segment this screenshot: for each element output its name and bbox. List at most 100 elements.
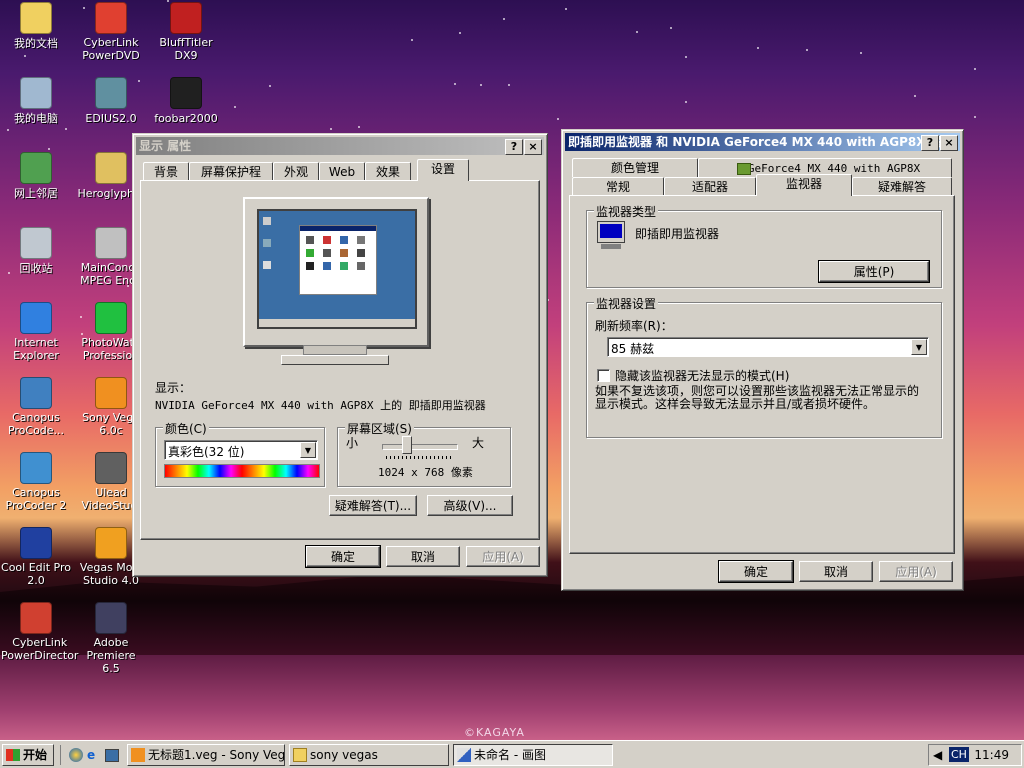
window-title: 显示 属性 <box>139 139 192 153</box>
tab-adapter[interactable]: 适配器 <box>664 177 756 196</box>
warning-text: 如果不复选该项，则您可以设置那些该监视器无法正常显示的 显示模式。这样会导致无法… <box>595 385 935 411</box>
ie-icon <box>20 302 52 334</box>
sony-vegas-icon <box>131 748 145 762</box>
chevron-down-icon[interactable]: ▼ <box>300 442 316 458</box>
show-desktop-icon[interactable] <box>105 749 119 762</box>
desktop-icon[interactable]: CyberLink PowerDirector <box>0 602 78 662</box>
desktop-icon[interactable]: Cool Edit Pro 2.0 <box>0 527 72 587</box>
star <box>757 47 759 49</box>
refresh-rate-select[interactable]: 85 赫兹 ▼ <box>607 337 929 357</box>
chevron-down-icon[interactable]: ▼ <box>911 339 927 355</box>
photowater-icon <box>95 302 127 334</box>
system-tray: ◀ CH 11:49 <box>928 744 1022 766</box>
ok-button[interactable]: 确定 <box>718 560 794 583</box>
hide-modes-checkbox[interactable] <box>597 369 610 382</box>
folder-documents-icon <box>20 2 52 34</box>
recycle-bin-icon <box>20 227 52 259</box>
sony-vegas-icon <box>95 377 127 409</box>
resolution-slider[interactable] <box>382 444 458 450</box>
apply-button[interactable]: 应用(A) <box>466 546 540 567</box>
monitor-properties-titlebar[interactable]: 即插即用监视器 和 NVIDIA GeForce4 MX 440 with AG… <box>565 133 960 151</box>
ulead-icon <box>95 452 127 484</box>
premiere-icon <box>95 602 127 634</box>
properties-button[interactable]: 属性(P) <box>818 260 930 283</box>
close-button[interactable]: × <box>524 139 542 155</box>
ie-icon[interactable]: e <box>87 748 101 762</box>
desktop-icon[interactable]: CyberLink PowerDVD <box>75 2 147 62</box>
monitor-name: 即插即用监视器 <box>635 227 720 241</box>
desktop-icon-label: Adobe Premiere 6.5 <box>86 636 136 675</box>
color-depth-value: 真彩色(32 位) <box>168 445 245 459</box>
cancel-button[interactable]: 取消 <box>386 546 460 567</box>
display-properties-titlebar[interactable]: 显示 属性 ? × <box>136 137 544 155</box>
desktop-icon[interactable]: Internet Explorer <box>0 302 72 362</box>
apply-button[interactable]: 应用(A) <box>879 561 953 582</box>
window-title: 即插即用监视器 和 NVIDIA GeForce4 MX 440 with AG… <box>568 135 954 149</box>
desktop-icon[interactable]: Adobe Premiere 6.5 <box>75 602 147 675</box>
desktop-icon[interactable]: 我的文档 <box>0 2 72 50</box>
paint-icon <box>457 748 471 762</box>
color-depth-select[interactable]: 真彩色(32 位) ▼ <box>164 440 318 460</box>
canopus-procoder2-icon <box>20 452 52 484</box>
desktop-icon-label: Cool Edit Pro 2.0 <box>1 561 71 587</box>
task-label: 无标题1.veg - Sony Veg... <box>148 748 285 762</box>
cooledit-icon <box>20 527 52 559</box>
close-button[interactable]: × <box>940 135 958 151</box>
folder-icon <box>293 748 307 762</box>
task-sony-vegas[interactable]: 无标题1.veg - Sony Veg... <box>127 744 285 766</box>
wallpaper-credit: ©KAGAYA <box>464 726 525 739</box>
language-indicator[interactable]: CH <box>949 747 969 762</box>
taskbar: 开始 e 无标题1.veg - Sony Veg... sony vegas 未… <box>0 740 1024 768</box>
hide-modes-label[interactable]: 隐藏该监视器无法显示的模式(H) <box>615 367 789 384</box>
desktop-icon[interactable]: BluffTitler DX9 <box>150 2 222 62</box>
tab-troubleshoot[interactable]: 疑难解答 <box>852 177 952 196</box>
volume-icon[interactable]: ◀ <box>933 748 942 762</box>
help-button[interactable]: ? <box>921 135 939 151</box>
task-folder[interactable]: sony vegas <box>289 744 449 766</box>
start-button[interactable]: 开始 <box>2 744 54 766</box>
cancel-button[interactable]: 取消 <box>799 561 873 582</box>
tab-background[interactable]: 背景 <box>143 162 189 181</box>
star <box>65 128 67 130</box>
tab-color-management[interactable]: 颜色管理 <box>572 158 698 177</box>
desktop-icon[interactable]: EDIUS2.0 <box>75 77 147 125</box>
windows-logo-icon <box>6 749 20 761</box>
desktop-icon[interactable]: 我的电脑 <box>0 77 72 125</box>
tab-monitor[interactable]: 监视器 <box>756 174 852 196</box>
refresh-rate-value: 85 赫兹 <box>611 342 655 356</box>
slider-ticks <box>386 456 454 459</box>
resolution-slider-thumb[interactable] <box>402 436 412 454</box>
tab-appearance[interactable]: 外观 <box>273 162 319 181</box>
refresh-rate-label: 刷新频率(R)： <box>595 319 673 333</box>
media-player-icon[interactable] <box>69 748 83 762</box>
task-paint[interactable]: 未命名 - 画图 <box>453 744 613 766</box>
desktop-icon[interactable]: Canopus ProCoder 2 <box>0 452 72 512</box>
desktop-icon-label: 回收站 <box>19 262 53 275</box>
desktop-icon-label: 我的电脑 <box>14 112 58 125</box>
tab-general[interactable]: 常规 <box>572 177 664 196</box>
network-icon <box>20 152 52 184</box>
edius-icon <box>95 77 127 109</box>
advanced-button[interactable]: 高级(V)... <box>427 495 513 516</box>
tab-web[interactable]: Web <box>319 162 365 181</box>
desktop-icon[interactable]: 回收站 <box>0 227 72 275</box>
star <box>565 8 567 10</box>
tab-settings[interactable]: 设置 <box>417 159 469 181</box>
monitor-settings-group-title: 监视器设置 <box>594 295 659 312</box>
troubleshoot-button[interactable]: 疑难解答(T)... <box>329 495 417 516</box>
star <box>330 128 332 130</box>
desktop-icon[interactable]: 网上邻居 <box>0 152 72 200</box>
help-button[interactable]: ? <box>505 139 523 155</box>
vegas-movie-icon <box>95 527 127 559</box>
desktop-icon[interactable]: foobar2000 <box>150 77 222 125</box>
ok-button[interactable]: 确定 <box>305 545 381 568</box>
star <box>636 31 638 33</box>
tab-screensaver[interactable]: 屏幕保护程序 <box>189 162 273 198</box>
star <box>685 101 687 103</box>
monitor-type-group-title: 监视器类型 <box>594 203 659 220</box>
start-label: 开始 <box>23 748 48 762</box>
heroglyph-icon <box>95 152 127 184</box>
resolution-value: 1024 x 768 像素 <box>378 466 473 479</box>
desktop-icon[interactable]: Canopus ProCode... <box>0 377 72 437</box>
tab-effects[interactable]: 效果 <box>365 162 411 181</box>
